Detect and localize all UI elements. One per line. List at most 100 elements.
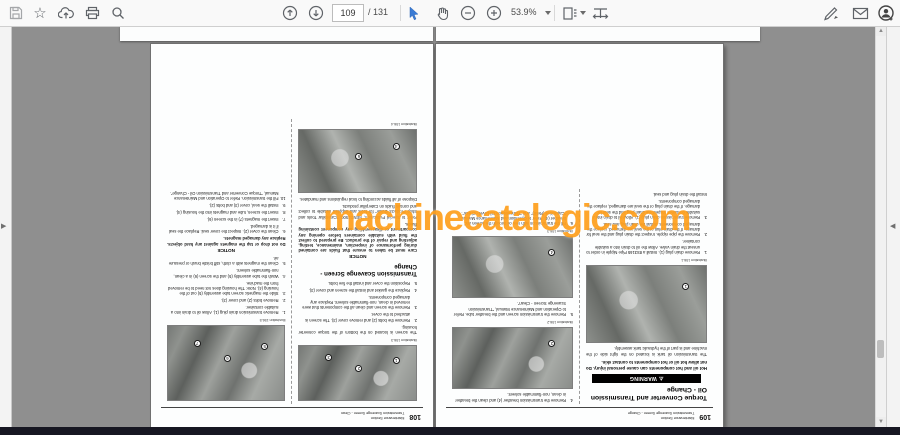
left-panel-collapsed-strip[interactable]: ▶: [0, 26, 12, 427]
print-icon[interactable]: [80, 0, 104, 26]
account-add-icon[interactable]: [874, 0, 898, 26]
step-text: Slide the magnetic screen tube assembly …: [167, 280, 279, 297]
step-text: Remove transmission drain plug (1). Allo…: [170, 305, 279, 316]
toolbar: ☆ / 131: [0, 0, 900, 27]
procedure-step: 3. Remove transmission drain plug (1). Al…: [586, 199, 707, 220]
step-text: Remove the pipe nipple. Inspect the drai…: [586, 221, 700, 238]
procedure-step: 3. Slide the magnetic screen tube assembl…: [167, 280, 286, 297]
share-upload-icon[interactable]: [54, 0, 78, 26]
step-text: Clean the cover (2). Inspect the cover s…: [168, 223, 279, 235]
warning-bar: ⚠ WARNING: [592, 373, 701, 383]
step-text: Insert the screen, tube and magnets into…: [175, 210, 279, 216]
step-number: 3.: [413, 305, 417, 311]
procedure-step: 2. Remove the bolts (2) and remove cover …: [299, 312, 417, 322]
procedure-step: 6. Clean the cover (2). Inspect the cover…: [167, 223, 286, 235]
zoom-out-icon[interactable]: [456, 0, 480, 26]
callout-number: 2: [355, 365, 363, 373]
step-text: Install the seal, cover (3) and bolts (2…: [208, 203, 279, 209]
running-header-line: Maintenance Section: [660, 416, 695, 420]
next-page-icon[interactable]: [304, 0, 328, 26]
body-paragraph: Install the drain plug and seal.: [652, 191, 707, 197]
send-mail-icon[interactable]: [848, 0, 872, 26]
favorite-star-icon[interactable]: ☆: [28, 0, 52, 26]
page-number-input[interactable]: [332, 4, 364, 22]
pdf-page-108[interactable]: 108 Maintenance Section Transmission Scave…: [151, 44, 433, 427]
step-number: 10.: [279, 196, 286, 202]
window-bottom-edge: [0, 427, 900, 435]
rotated-page-content: 108 Maintenance Section Transmission Scave…: [151, 44, 433, 427]
fill-and-sign-icon[interactable]: [820, 0, 844, 26]
body-paragraph: The screen is located on the bottom of t…: [298, 325, 418, 336]
procedure-step: 2. Remove bolts (2) and cover (3).: [167, 298, 286, 303]
illustration-caption: Illustration 156-1: [681, 257, 707, 262]
step-text: Remove the transmission screen and the b…: [453, 301, 566, 318]
scroll-up-icon[interactable]: ▲: [876, 26, 886, 36]
page-number-label: 108: [409, 413, 421, 420]
zoom-in-icon[interactable]: [482, 0, 506, 26]
callout-number: 5: [261, 343, 269, 350]
step-number: 8.: [282, 210, 286, 216]
step-text: Wash the tube assembly (5) and the scree…: [173, 268, 279, 279]
step-text: Fill the transmission with new oil throu…: [460, 210, 566, 227]
callout-number: 1: [682, 283, 690, 291]
find-icon[interactable]: [106, 0, 130, 26]
procedure-step: 4. Wash the tube assembly (5) and the scr…: [167, 268, 286, 279]
step-number: 4.: [413, 287, 417, 293]
procedure-step: 3. Remove the screen and clean all the co…: [299, 295, 417, 311]
zoom-level-label[interactable]: 53.9%: [511, 7, 537, 17]
page-view-dropdown-caret-icon[interactable]: [580, 11, 586, 15]
page-columns: 1 2 3 Illustration 156-3 The screen is locat…: [161, 119, 423, 405]
step-number: 4.: [569, 397, 573, 403]
running-header-line: Transmission Scavenge Screen - Change: [627, 411, 695, 416]
step-number: 3.: [282, 291, 286, 297]
section-heading: Transmission Scavenge Screen - Change: [320, 262, 417, 277]
previous-page-bottom-sliver: [436, 26, 760, 41]
callout-number: 6: [355, 153, 363, 161]
running-header-section: Maintenance Section Transmission Scavenge…: [341, 410, 404, 420]
page-inner: 109 Maintenance Section Transmission Scave…: [436, 189, 723, 427]
step-number: 9.: [282, 203, 286, 209]
step-text: Remove bolts (2) and cover (3).: [220, 298, 279, 304]
notice-text: Care must be taken to ensure that fluids…: [298, 221, 418, 254]
notice-title: NOTICE: [217, 247, 235, 253]
notice-text: Do not drop or tap the magnets against a…: [167, 236, 286, 247]
hand-tool-icon[interactable]: [430, 0, 454, 26]
illustration-caption: Illustration 156-2: [547, 320, 573, 325]
callout-number: 4: [392, 143, 400, 151]
procedure-step: 5. Reposition the cover and install the f…: [299, 281, 417, 287]
illustration-photo: 4: [452, 236, 573, 299]
zoom-dropdown-caret-icon[interactable]: [545, 11, 551, 15]
right-panel-collapsed-strip[interactable]: ◀: [886, 26, 900, 427]
illustration-photo: 2: [452, 327, 573, 390]
illustration-caption: Illustration 156-3: [391, 338, 417, 343]
step-number: 2.: [282, 298, 286, 304]
step-number: 5.: [569, 312, 573, 318]
procedure-step: 10. Fill the transmission. Refer to Opera…: [167, 191, 286, 202]
page-column: Torque Converter and Transmission Oil - …: [579, 189, 713, 405]
pdf-page-109[interactable]: 109 Maintenance Section Transmission Scave…: [436, 44, 723, 427]
save-icon[interactable]: [4, 0, 28, 26]
page-number-label: 109: [699, 413, 711, 420]
step-number: 1.: [282, 310, 286, 316]
illustration-photo: 1 2 3: [298, 345, 417, 402]
expand-left-arrow-icon[interactable]: ◀: [890, 222, 895, 230]
previous-page-icon[interactable]: [278, 0, 302, 26]
step-number: 2.: [703, 232, 707, 238]
illustration-photo: 1: [586, 264, 707, 343]
step-text: Remove drain plug (1). Install a 8S3165 …: [586, 239, 700, 255]
procedure-step: 6. Fill the transmission with new oil thr…: [452, 210, 573, 227]
procedure-step: 7. Insert the magnets (7) in the screen (…: [167, 217, 286, 222]
select-tool-icon[interactable]: [402, 0, 426, 26]
step-number: 5.: [413, 281, 417, 287]
document-canvas[interactable]: 108 Maintenance Section Transmission Scave…: [11, 26, 877, 427]
page-view-mode-icon[interactable]: [558, 0, 582, 26]
scroll-down-icon[interactable]: ▼: [876, 417, 886, 427]
scrollbar-thumb[interactable]: [877, 340, 884, 358]
procedure-step: 4. Replace the gasket and install the scr…: [299, 287, 417, 293]
rotated-page-content: 109 Maintenance Section Transmission Scave…: [436, 44, 723, 427]
page-column: 5 6 7 Illustration 156-5 1. Remove transmissi…: [161, 119, 292, 404]
fit-width-icon[interactable]: [588, 0, 612, 26]
expand-right-arrow-icon[interactable]: ▶: [1, 222, 6, 230]
running-header-section: Maintenance Section Transmission Scavenge…: [628, 410, 694, 420]
step-text: Insert the magnets (7) in the screen (6)…: [206, 216, 279, 222]
